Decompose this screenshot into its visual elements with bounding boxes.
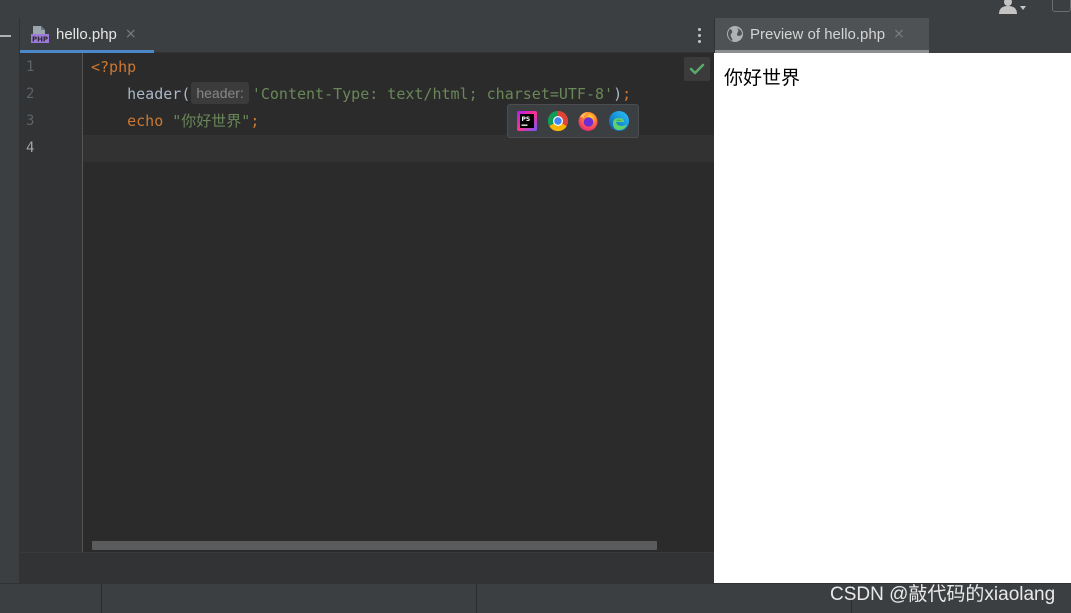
line-number: 2 (26, 86, 35, 102)
left-tool-strip (0, 18, 20, 583)
open-paren: ( (181, 85, 191, 103)
current-code-line[interactable] (83, 135, 714, 162)
semicolon: ; (250, 112, 260, 130)
svg-text:PS: PS (522, 116, 531, 123)
close-tab-icon[interactable]: × (893, 26, 905, 42)
php-file-icon: PHP (31, 26, 49, 44)
globe-icon (727, 26, 743, 42)
edge-icon[interactable] (608, 110, 630, 132)
tab-preview[interactable]: Preview of hello.php × (715, 18, 929, 53)
phpstorm-icon[interactable]: PS (516, 110, 538, 132)
tab-label: Preview of hello.php (750, 25, 886, 43)
tab-hello-php[interactable]: PHP hello.php × (20, 18, 154, 53)
preview-output-text: 你好世界 (724, 67, 801, 89)
top-toolbar (0, 0, 1071, 18)
status-segment (0, 584, 102, 613)
toolbar-button[interactable] (1052, 0, 1071, 12)
line-number: 1 (26, 59, 35, 75)
minimize-icon[interactable] (0, 35, 11, 37)
line-number-gutter: 1 2 3 4 (20, 53, 83, 552)
watermark: CSDN @敲代码的xiaolang (830, 584, 1056, 605)
browser-popup: PS (507, 104, 639, 138)
chrome-icon[interactable] (547, 110, 569, 132)
code-line: <?php (83, 54, 714, 81)
status-segment (476, 584, 852, 613)
tab-label: hello.php (56, 25, 117, 43)
parameter-hint: header: (191, 82, 249, 104)
check-icon (689, 63, 705, 75)
line-number: 3 (26, 113, 35, 129)
preview-tab-bar: Preview of hello.php × (714, 18, 1071, 53)
function-name: header (127, 85, 182, 103)
more-options-icon[interactable] (696, 27, 702, 45)
editor-tab-bar: PHP hello.php × (20, 18, 714, 53)
status-segment (101, 584, 477, 613)
string-literal: "你好世界" (172, 112, 251, 130)
string-literal: 'Content-Type: text/html; charset=UTF-8' (251, 85, 614, 103)
preview-content: 你好世界 (714, 53, 1071, 583)
php-open-tag: <?php (91, 58, 137, 76)
svg-text:PHP: PHP (32, 36, 48, 44)
editor-bottom-bar (20, 552, 714, 583)
echo-keyword: echo (127, 112, 164, 130)
horizontal-scrollbar[interactable] (92, 541, 657, 550)
firefox-icon[interactable] (577, 110, 599, 132)
code-editor[interactable]: 1 2 3 4 <?php header(header: 'Content-Typ… (20, 53, 714, 552)
user-menu-icon[interactable] (996, 0, 1030, 14)
close-tab-icon[interactable]: × (125, 26, 137, 42)
close-paren: ) (613, 85, 623, 103)
line-number: 4 (26, 140, 35, 156)
inspection-widget[interactable] (684, 57, 710, 81)
semicolon: ; (622, 85, 632, 103)
